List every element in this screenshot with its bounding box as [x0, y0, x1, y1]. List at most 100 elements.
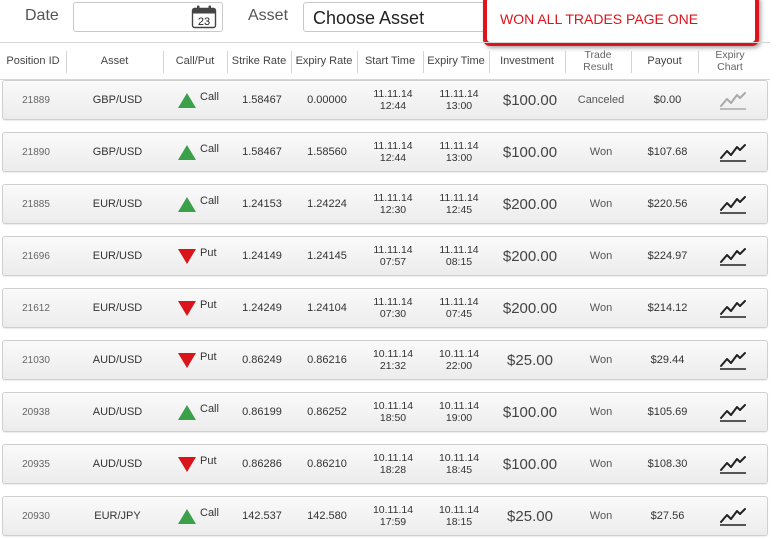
- col-expiry-rate: Expiry Rate: [295, 55, 353, 67]
- start-date: 10.11.14: [372, 348, 414, 360]
- start-date: 11.11.14: [373, 192, 413, 204]
- expiry-time: 10.11.14 22:00: [426, 341, 492, 379]
- table-row: 21030 AUD/USD Put 0.86249 0.86216 10.11.…: [2, 340, 768, 380]
- direction: Call: [178, 497, 230, 535]
- start-date: 10.11.14: [372, 452, 414, 464]
- expiry-time: 10.11.14 18:15: [426, 497, 492, 535]
- expiry-date: 10.11.14: [438, 348, 480, 360]
- asset: GBP/USD: [92, 94, 143, 106]
- trend-chart-icon[interactable]: [701, 341, 765, 379]
- investment: $100.00: [502, 455, 558, 473]
- payout: $214.12: [647, 302, 688, 314]
- direction-label: Call: [200, 403, 219, 415]
- direction-label: Call: [200, 143, 219, 155]
- expiry-time: 11.11.14 13:00: [426, 81, 492, 119]
- arrow-up-triangle-icon: [178, 196, 196, 212]
- investment: $100.00: [502, 91, 558, 109]
- arrow-down-triangle-icon: [178, 352, 196, 368]
- trade-result: Won: [589, 458, 613, 470]
- direction-label: Call: [200, 507, 219, 519]
- start-clock: 12:30: [379, 204, 407, 216]
- asset: AUD/USD: [92, 354, 143, 366]
- start-date: 11.11.14: [373, 296, 413, 308]
- strike-rate: 0.86249: [242, 354, 282, 366]
- start-time: 10.11.14 18:50: [360, 393, 426, 431]
- direction-label: Put: [200, 299, 217, 311]
- arrow-up-triangle-icon: [178, 92, 196, 108]
- payout: $0.00: [653, 94, 682, 106]
- direction-label: Put: [200, 247, 217, 259]
- trade-result: Won: [589, 354, 613, 366]
- direction: Call: [178, 133, 230, 171]
- expiry-clock: 18:15: [445, 516, 473, 528]
- expiry-clock: 13:00: [445, 100, 473, 112]
- expiry-date: 11.11.14: [439, 244, 479, 256]
- expiry-rate: 1.24145: [307, 250, 347, 262]
- payout: $107.68: [647, 146, 688, 158]
- expiry-date: 11.11.14: [439, 140, 479, 152]
- asset-select[interactable]: Choose Asset: [303, 2, 503, 32]
- direction-label: Call: [200, 91, 219, 103]
- strike-rate: 1.24153: [242, 198, 282, 210]
- table-row: 21889 GBP/USD Call 1.58467 0.00000 11.11…: [2, 80, 768, 120]
- expiry-clock: 07:45: [445, 308, 473, 320]
- col-strike-rate: Strike Rate: [231, 55, 287, 67]
- expiry-rate: 1.24224: [307, 198, 347, 210]
- trend-chart-icon[interactable]: [701, 445, 765, 483]
- trend-chart-icon[interactable]: [701, 289, 765, 327]
- date-input[interactable]: 23: [73, 2, 223, 32]
- expiry-rate: 0.00000: [307, 94, 347, 106]
- col-trade-result: Trade Result: [583, 49, 613, 73]
- strike-rate: 1.24249: [242, 302, 282, 314]
- trend-chart-icon[interactable]: [701, 237, 765, 275]
- expiry-date: 11.11.14: [439, 88, 479, 100]
- table-row: 20935 AUD/USD Put 0.86286 0.86210 10.11.…: [2, 444, 768, 484]
- direction: Put: [178, 237, 230, 275]
- table-row: 21885 EUR/USD Call 1.24153 1.24224 11.11…: [2, 184, 768, 224]
- start-time: 11.11.14 12:30: [360, 185, 426, 223]
- expiry-date: 11.11.14: [439, 192, 479, 204]
- calendar-icon[interactable]: 23: [191, 5, 217, 29]
- trend-chart-icon[interactable]: [701, 133, 765, 171]
- col-investment: Investment: [500, 55, 554, 67]
- calendar-day: 23: [198, 16, 210, 28]
- asset: AUD/USD: [92, 458, 143, 470]
- start-clock: 21:32: [379, 360, 407, 372]
- trade-result: Canceled: [577, 94, 625, 106]
- payout: $27.56: [650, 510, 685, 522]
- expiry-rate: 0.86252: [307, 406, 347, 418]
- start-time: 11.11.14 07:30: [360, 289, 426, 327]
- strike-rate: 1.58467: [242, 146, 282, 158]
- start-date: 11.11.14: [373, 244, 413, 256]
- direction: Call: [178, 81, 230, 119]
- strike-rate: 0.86286: [242, 458, 282, 470]
- table-row: 20938 AUD/USD Call 0.86199 0.86252 10.11…: [2, 392, 768, 432]
- investment: $25.00: [507, 351, 553, 369]
- trend-chart-icon[interactable]: [701, 81, 765, 119]
- asset: GBP/USD: [92, 146, 143, 158]
- arrow-up-triangle-icon: [178, 404, 196, 420]
- date-label: Date: [25, 7, 59, 24]
- expiry-clock: 08:15: [445, 256, 473, 268]
- expiry-date: 10.11.14: [438, 400, 480, 412]
- expiry-clock: 13:00: [445, 152, 473, 164]
- trade-result: Won: [589, 250, 613, 262]
- strike-rate: 1.58467: [242, 94, 282, 106]
- trade-result: Won: [589, 146, 613, 158]
- investment: $200.00: [502, 195, 558, 213]
- investment: $200.00: [502, 299, 558, 317]
- start-time: 10.11.14 17:59: [360, 497, 426, 535]
- trend-chart-icon[interactable]: [701, 497, 765, 535]
- expiry-rate: 142.580: [307, 510, 347, 522]
- expiry-date: 11.11.14: [439, 296, 479, 308]
- trend-chart-icon[interactable]: [701, 185, 765, 223]
- start-date: 11.11.14: [373, 88, 413, 100]
- arrow-down-triangle-icon: [178, 456, 196, 472]
- expiry-date: 10.11.14: [438, 504, 480, 516]
- expiry-time: 11.11.14 12:45: [426, 185, 492, 223]
- start-clock: 18:50: [379, 412, 407, 424]
- direction: Call: [178, 185, 230, 223]
- trend-chart-icon[interactable]: [701, 393, 765, 431]
- start-time: 10.11.14 18:28: [360, 445, 426, 483]
- start-clock: 07:30: [379, 308, 407, 320]
